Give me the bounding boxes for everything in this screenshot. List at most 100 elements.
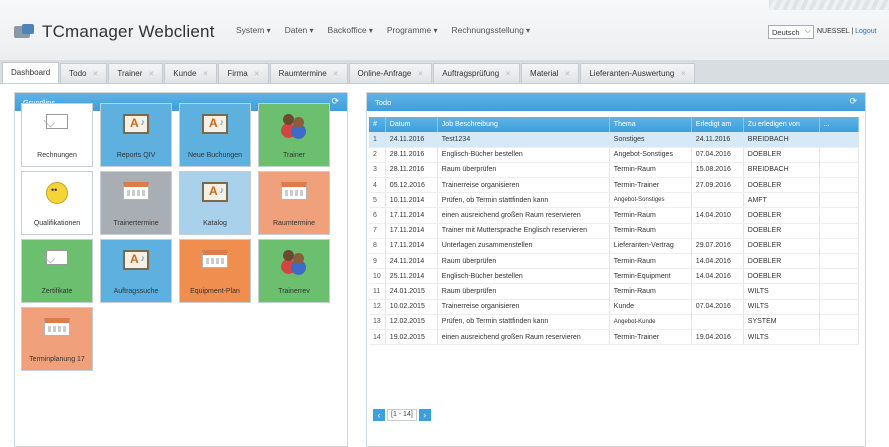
tab-todo[interactable]: Todo ✕ — [60, 63, 108, 83]
tile-zertifikate[interactable]: Zertifikate — [21, 239, 93, 303]
close-icon[interactable]: ✕ — [333, 71, 339, 78]
refresh-icon[interactable]: ⟳ — [849, 96, 857, 107]
tab-label: Material — [530, 69, 559, 78]
table-row[interactable]: 13 12.02.2015 Prüfen, ob Termin stattfinde… — [369, 314, 860, 330]
table-row[interactable]: 6 17.11.2014 einen ausreichend großen Raum… — [369, 207, 860, 224]
nav-programme[interactable]: Programme — [387, 25, 438, 35]
nav-backoffice[interactable]: Backoffice — [328, 25, 373, 35]
close-icon[interactable]: ✕ — [202, 71, 208, 78]
table-cell: DOEBLER — [743, 253, 820, 270]
row-index: 7 — [369, 223, 386, 239]
tab-bar: Dashboard Todo ✕ Trainer ✕ Kunde ✕ Firma ✕ R… — [0, 62, 889, 84]
tab-lieferanten-auswertung[interactable]: Lieferanten-Auswertung ✕ — [580, 63, 696, 83]
column-header[interactable]: Job Beschreibung — [437, 117, 610, 132]
tile-trainerrev[interactable]: Trainerrev — [258, 239, 330, 303]
table-cell — [819, 132, 860, 148]
table-row[interactable]: 11 24.01.2015 Raum überprüfen Termin-Raum WI… — [369, 283, 860, 300]
table-cell: Angebot-Sonstiges — [609, 147, 692, 163]
nav-rechnungsstellung[interactable]: Rechnungsstellung — [452, 25, 531, 35]
tile-raumtermine[interactable]: Raumtermine — [258, 171, 330, 235]
table-cell: 24.01.2015 — [385, 283, 438, 300]
table-cell: Trainerreise organisieren — [437, 299, 610, 315]
tab-label: Todo — [69, 69, 87, 78]
table-header-row: # Datum Job Beschreibung Thema Erledigt … — [369, 117, 860, 132]
people-icon — [283, 114, 305, 134]
close-icon[interactable]: ✕ — [505, 71, 511, 78]
table-cell: WILTS — [743, 299, 820, 315]
tile-label: Neue Buchungen — [187, 152, 243, 159]
nav-system[interactable]: System — [236, 25, 271, 35]
todo-panel: Todo ⟳ # Datum Job Beschreibung Thema Er… — [366, 92, 866, 447]
close-icon[interactable]: ✕ — [564, 71, 570, 78]
nav-daten[interactable]: Daten — [285, 25, 314, 35]
close-icon[interactable]: ✕ — [254, 71, 260, 78]
table-cell: 07.04.2016 — [691, 147, 744, 163]
logout-link[interactable]: Logout — [855, 28, 876, 35]
table-cell: Angebot-Sonstiges — [609, 192, 692, 209]
column-header[interactable]: Datum — [385, 117, 438, 132]
tab-label: Online-Anfrage — [357, 69, 412, 78]
table-cell — [819, 177, 860, 194]
close-icon[interactable]: ✕ — [680, 71, 686, 78]
column-header[interactable]: Thema — [609, 117, 692, 132]
row-index: 3 — [369, 162, 386, 179]
column-header[interactable]: Erledigt am — [691, 117, 744, 132]
tile-katalog[interactable]: Katalog — [179, 171, 251, 235]
table-cell: 15.08.2016 — [691, 162, 744, 179]
table-row[interactable]: 3 28.11.2016 Raum überprüfen Termin-Raum 15.… — [369, 162, 860, 179]
prev-page-icon[interactable]: ‹ — [373, 409, 385, 421]
tile-label: Trainerrev — [278, 288, 310, 295]
table-cell: DOEBLER — [743, 147, 820, 163]
table-row[interactable]: 10 25.11.2014 Englisch-Bücher bestellen Ter… — [369, 268, 860, 285]
tab-kunde[interactable]: Kunde ✕ — [164, 63, 218, 83]
table-cell: BREIDBACH — [743, 162, 820, 179]
top-bar: TCmanager Webclient System Daten Backoff… — [0, 0, 889, 60]
table-cell: Raum überprüfen — [437, 162, 610, 179]
tab-firma[interactable]: Firma ✕ — [218, 63, 269, 83]
tile-label: Zertifikate — [41, 288, 73, 295]
table-row[interactable]: 14 19.02.2015 einen ausreichend großen Rau… — [369, 329, 860, 346]
close-icon[interactable]: ✕ — [93, 71, 99, 78]
table-cell: Kunde — [609, 299, 692, 315]
table-row[interactable]: 9 24.11.2014 Raum überprüfen Termin-Raum 14.… — [369, 253, 860, 270]
tile-equipment-plan[interactable]: Equipment-Plan — [179, 239, 251, 303]
tile-auftragssuche[interactable]: Auftragssuche — [100, 239, 172, 303]
brand[interactable]: TCmanager Webclient — [14, 22, 215, 42]
close-icon[interactable]: ✕ — [417, 71, 423, 78]
table-row[interactable]: 7 17.11.2014 Trainer mit Muttersprache Eng… — [369, 223, 860, 239]
table-cell: 19.04.2016 — [691, 329, 744, 346]
column-header[interactable]: ... — [819, 117, 860, 132]
table-row[interactable]: 2 28.11.2016 Englisch-Bücher bestellen Ange… — [369, 147, 860, 163]
tile-neue-buchungen[interactable]: Neue Buchungen — [179, 103, 251, 167]
table-row[interactable]: 8 17.11.2014 Unterlagen zusammenstellen Lie… — [369, 238, 860, 255]
tile-qualifikationen[interactable]: Qualifikationen — [21, 171, 93, 235]
tab-material[interactable]: Material ✕ — [521, 63, 580, 83]
refresh-icon[interactable]: ⟳ — [331, 96, 339, 107]
table-cell — [691, 283, 744, 300]
tile-trainer[interactable]: Trainer — [258, 103, 330, 167]
table-cell: Termin-Equipment — [609, 268, 692, 285]
tab-trainer[interactable]: Trainer ✕ — [108, 63, 164, 83]
tile-rechnungen[interactable]: Rechnungen — [21, 103, 93, 167]
tab-online-anfrage[interactable]: Online-Anfrage ✕ — [348, 63, 433, 83]
tab-dashboard[interactable]: Dashboard — [2, 62, 60, 83]
table-cell — [691, 192, 744, 209]
tile-reports-qiv[interactable]: Reports QIV — [100, 103, 172, 167]
table-row[interactable]: 1 24.11.2016 Test1234 Sonstiges 24.11.2016 BR… — [369, 132, 860, 148]
column-header[interactable]: # — [369, 117, 386, 132]
calendar-icon — [123, 182, 149, 200]
tile-label: Katalog — [203, 220, 227, 227]
language-select[interactable]: Deutsch — [768, 25, 814, 39]
tab-raumtermine[interactable]: Raumtermine ✕ — [269, 63, 348, 83]
tab-auftragspruefung[interactable]: Auftragsprüfung ✕ — [433, 63, 521, 83]
table-row[interactable]: 5 10.11.2014 Prüfen, ob Termin stattfinden… — [369, 192, 860, 209]
close-icon[interactable]: ✕ — [148, 71, 154, 78]
tile-trainertermine[interactable]: Trainertermine — [100, 171, 172, 235]
column-header[interactable]: Zu erledigen von — [743, 117, 820, 132]
tile-terminplanung[interactable]: Terminplanung 17 — [21, 307, 93, 371]
tab-label: Auftragsprüfung — [442, 69, 500, 78]
table-row[interactable]: 12 10.02.2015 Trainerreise organisieren Kun… — [369, 299, 860, 315]
table-row[interactable]: 4 05.12.2016 Trainerreise organisieren Term… — [369, 177, 860, 194]
table-cell: DOEBLER — [743, 238, 820, 255]
next-page-icon[interactable]: › — [418, 409, 431, 421]
